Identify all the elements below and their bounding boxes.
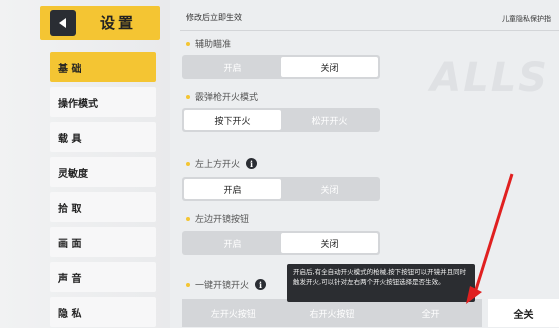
info-icon[interactable]: i — [246, 158, 258, 169]
top-note: 修改后立即生效 — [186, 13, 242, 22]
sidebar-item-basic[interactable]: 基 础 — [50, 52, 156, 82]
aim-assist-label-text: 辅助瞄准 — [195, 40, 232, 50]
fire-on-release[interactable]: 松开开火 — [281, 110, 378, 130]
red-annotation-arrow — [466, 173, 514, 304]
child-privacy-link[interactable]: 儿童隐私保护指 — [502, 14, 551, 24]
left-scope-off[interactable]: 关闭 — [281, 233, 378, 253]
sidebar-nav: 基 础 操作模式 载 具 灵敏度 拾 取 画 面 声 音 隐 私 — [50, 52, 156, 328]
top-left-fire-toggle: 开启 关闭 — [182, 177, 380, 201]
left-scope-button-toggle: 开启 关闭 — [182, 231, 380, 255]
back-arrow-icon — [59, 18, 66, 28]
aim-assist-off[interactable]: 关闭 — [281, 57, 378, 77]
sidebar-item-sound[interactable]: 声 音 — [50, 262, 156, 292]
bullet-dot — [186, 161, 190, 166]
sidebar-item-privacy[interactable]: 隐 私 — [50, 297, 156, 327]
top-left-fire-label: 左上方开火 i — [186, 157, 258, 170]
left-scope-button-label-text: 左边开镜按钮 — [195, 215, 250, 225]
bullet-dot — [186, 94, 190, 99]
shotgun-fire-mode-toggle: 按下开火 松开开火 — [182, 108, 380, 132]
fire-on-press[interactable]: 按下开火 — [184, 110, 281, 130]
shotgun-fire-mode-label-text: 霰弹枪开火模式 — [195, 93, 259, 103]
settings-sidebar: 设置 基 础 操作模式 载 具 灵敏度 拾 取 画 面 声 音 隐 私 — [0, 0, 170, 328]
sidebar-item-operation-mode[interactable]: 操作模式 — [50, 87, 156, 117]
aim-assist-label: 辅助瞄准 — [186, 37, 231, 50]
sidebar-item-vehicle[interactable]: 载 具 — [50, 122, 156, 152]
bullet-dot — [186, 282, 190, 287]
bullet-dot — [186, 41, 190, 46]
bullet-dot — [186, 216, 190, 221]
one-key-scope-fire-label: 一键开镜开火 i — [186, 278, 267, 291]
back-button[interactable] — [50, 10, 76, 36]
top-left-fire-on[interactable]: 开启 — [184, 179, 281, 199]
top-left-fire-off[interactable]: 关闭 — [281, 179, 378, 199]
page-title: 设置 — [100, 14, 137, 32]
sidebar-item-pickup[interactable]: 拾 取 — [50, 192, 156, 222]
settings-content: 修改后立即生效 儿童隐私保护指 ALLS 辅助瞄准 开启 关闭 霰弹枪开火模式 … — [170, 0, 559, 328]
right-fire-button-option[interactable]: 右开火按钮 — [283, 301, 382, 325]
info-icon[interactable]: i — [255, 279, 267, 290]
left-scope-button-label: 左边开镜按钮 — [186, 212, 249, 225]
scope-fire-tooltip: 开启后,有全自动开火模式的枪械,按下按钮可以开镜并且同时触发开火,可以针对左右两… — [287, 264, 475, 302]
left-fire-button-option[interactable]: 左开火按钮 — [184, 301, 283, 325]
one-key-scope-fire-label-text: 一键开镜开火 — [195, 281, 250, 291]
aim-assist-toggle: 开启 关闭 — [182, 55, 380, 79]
aim-assist-on[interactable]: 开启 — [184, 57, 281, 77]
one-key-scope-fire-options: 左开火按钮 右开火按钮 全开 — [182, 299, 482, 327]
left-scope-on[interactable]: 开启 — [184, 233, 281, 253]
sidebar-item-graphics[interactable]: 画 面 — [50, 227, 156, 257]
background-watermark: ALLS — [430, 55, 549, 101]
shotgun-fire-mode-label: 霰弹枪开火模式 — [186, 90, 258, 103]
top-left-fire-label-text: 左上方开火 — [195, 160, 241, 170]
sidebar-item-sensitivity[interactable]: 灵敏度 — [50, 157, 156, 187]
header-divider — [180, 30, 559, 31]
